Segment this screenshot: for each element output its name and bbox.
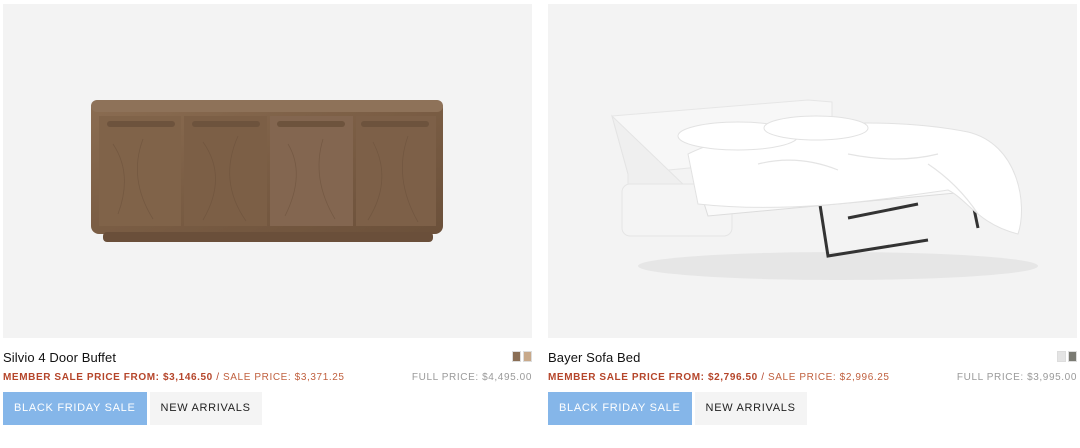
tag-row: BLACK FRIDAY SALE NEW ARRIVALS [3, 392, 532, 425]
new-arrivals-tag[interactable]: NEW ARRIVALS [149, 392, 262, 425]
color-swatch-white[interactable] [1057, 351, 1066, 362]
sale-price: SALE PRICE: $3,371.25 [223, 372, 345, 383]
black-friday-sale-tag[interactable]: BLACK FRIDAY SALE [548, 392, 692, 425]
full-price: FULL PRICE: $3,995.00 [956, 372, 1077, 383]
product-image-buffet[interactable] [3, 4, 532, 338]
product-grid: Silvio 4 Door Buffet MEMBER SALE PRICE F… [0, 0, 1080, 448]
product-card[interactable]: Silvio 4 Door Buffet MEMBER SALE PRICE F… [3, 4, 532, 425]
product-image-sofa-bed[interactable] [548, 4, 1077, 338]
product-card[interactable]: Bayer Sofa Bed MEMBER SALE PRICE FROM: $… [548, 4, 1077, 425]
member-price: MEMBER SALE PRICE FROM: $2,796.50 [548, 372, 758, 383]
sale-price: SALE PRICE: $2,996.25 [768, 372, 890, 383]
color-swatch-gray[interactable] [1068, 351, 1077, 362]
member-price: MEMBER SALE PRICE FROM: $3,146.50 [3, 372, 213, 383]
full-price: FULL PRICE: $4,495.00 [411, 372, 532, 383]
color-swatches [1057, 351, 1077, 362]
tag-row: BLACK FRIDAY SALE NEW ARRIVALS [548, 392, 1077, 425]
product-name[interactable]: Bayer Sofa Bed [548, 350, 640, 365]
product-name[interactable]: Silvio 4 Door Buffet [3, 350, 116, 365]
color-swatch-light-oak[interactable] [523, 351, 532, 362]
price-row: MEMBER SALE PRICE FROM: $2,796.50 / SALE… [548, 372, 1077, 388]
color-swatch-dark-oak[interactable] [512, 351, 521, 362]
black-friday-sale-tag[interactable]: BLACK FRIDAY SALE [3, 392, 147, 425]
new-arrivals-tag[interactable]: NEW ARRIVALS [694, 392, 807, 425]
price-separator: / [216, 372, 220, 383]
color-swatches [512, 351, 532, 362]
price-separator: / [761, 372, 765, 383]
price-row: MEMBER SALE PRICE FROM: $3,146.50 / SALE… [3, 372, 532, 388]
